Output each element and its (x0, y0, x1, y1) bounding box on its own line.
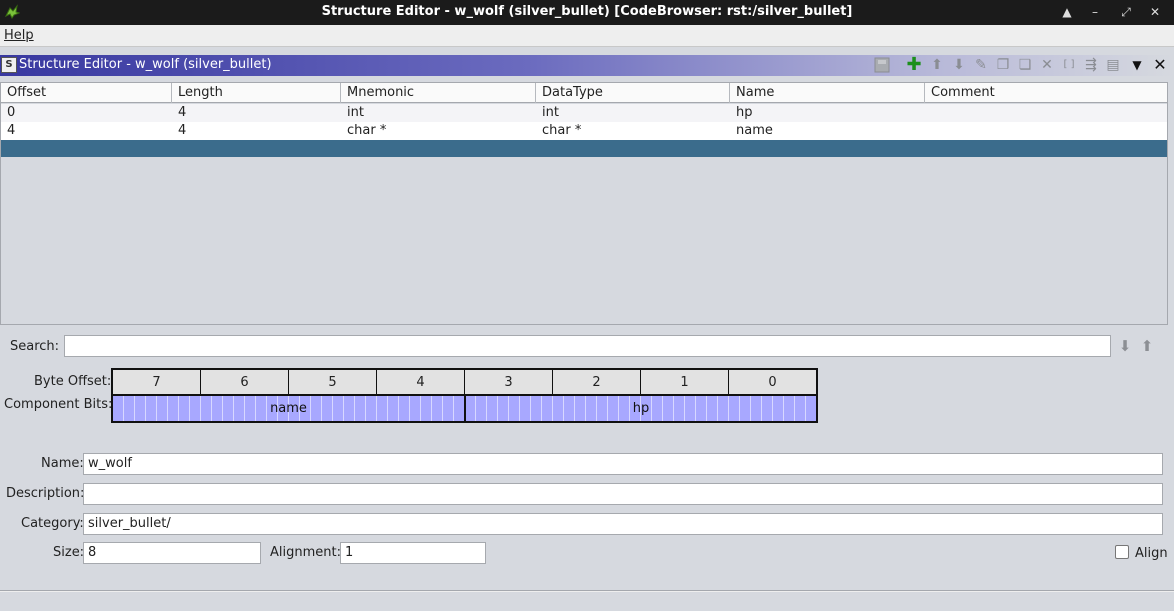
name-field[interactable]: w_wolf (83, 453, 1163, 475)
duplicate-component-icon[interactable]: ❐ (994, 56, 1012, 74)
byte-offset-cell: 6 (201, 370, 289, 396)
name-label: Name: (41, 456, 84, 471)
duplicate-multiple-icon[interactable]: ❏ (1016, 56, 1034, 74)
delete-component-icon[interactable]: ✕ (1038, 56, 1056, 74)
cell-name[interactable]: name (730, 122, 773, 140)
size-label: Size: (53, 545, 85, 560)
byte-offset-cell: 2 (553, 370, 641, 396)
component-bits-row[interactable]: name hp (113, 396, 816, 421)
description-label: Description: (6, 486, 85, 501)
shade-window-button[interactable]: ▲ (1057, 3, 1077, 21)
cell-mnemonic: int (347, 105, 364, 120)
search-next-arrow-down-icon[interactable]: ⬇ (1116, 337, 1134, 355)
panel-title: Structure Editor - w_wolf (silver_bullet… (19, 57, 272, 72)
add-component-icon[interactable]: ✚ (905, 56, 923, 74)
edit-field-icon[interactable]: ✎ (972, 56, 990, 74)
panel-menu-chevron-down-icon[interactable]: ▼ (1128, 56, 1146, 74)
alignment-field[interactable]: 1 (340, 542, 486, 564)
move-up-icon[interactable]: ⬆ (928, 56, 946, 74)
cell-length: 4 (178, 105, 187, 120)
create-array-icon[interactable]: [ ] (1060, 56, 1078, 74)
cell-comment[interactable] (925, 122, 931, 140)
component-bits-name[interactable]: name (113, 396, 464, 421)
byte-offset-cell: 7 (113, 370, 201, 396)
cell-datatype[interactable]: int (536, 104, 559, 122)
byte-offset-cell: 4 (377, 370, 465, 396)
minimize-window-button[interactable]: – (1085, 3, 1105, 21)
column-header-comment[interactable]: Comment (925, 83, 1167, 103)
byte-offset-cell: 0 (729, 370, 816, 396)
menu-bar: Help (0, 25, 1174, 47)
search-input[interactable] (64, 335, 1111, 357)
byte-offset-cell: 1 (641, 370, 729, 396)
menu-help[interactable]: Help (4, 28, 34, 43)
alignment-label: Alignment: (270, 545, 341, 560)
search-previous-arrow-up-icon[interactable]: ⬆ (1138, 337, 1156, 355)
byte-offset-grid: 7 6 5 4 3 2 1 0 name hp (111, 368, 818, 423)
window-titlebar: Structure Editor - w_wolf (silver_bullet… (0, 0, 1174, 25)
maximize-window-button[interactable]: ⤢ (1116, 3, 1136, 21)
byte-offset-label: Byte Offset: (34, 374, 112, 389)
apply-changes-icon[interactable] (873, 57, 891, 75)
close-panel-icon[interactable]: ✕ (1151, 56, 1169, 74)
cell-datatype[interactable]: char * (536, 122, 581, 140)
window-title: Structure Editor - w_wolf (silver_bullet… (321, 4, 853, 19)
column-header-name[interactable]: Name (730, 83, 925, 103)
structure-editor-icon: S (1, 57, 17, 73)
description-field[interactable] (83, 483, 1163, 505)
column-header-mnemonic[interactable]: Mnemonic (341, 83, 536, 103)
category-field[interactable]: silver_bullet/ (83, 513, 1163, 535)
cell-offset: 0 (7, 105, 16, 120)
cell-name[interactable]: hp (730, 104, 753, 122)
byte-offset-cell: 3 (465, 370, 553, 396)
table-row[interactable]: 0 4 int int hp (1, 104, 1167, 122)
table-row[interactable]: 4 4 char * char * name (1, 122, 1167, 140)
cell-length: 4 (178, 123, 187, 138)
table-header: Offset Length Mnemonic DataType Name Com… (1, 83, 1167, 103)
column-header-length[interactable]: Length (172, 83, 341, 103)
components-table[interactable]: Offset Length Mnemonic DataType Name Com… (0, 82, 1168, 325)
unpack-component-icon[interactable]: ⇶ (1082, 56, 1100, 74)
align-label: Align (1135, 546, 1168, 561)
component-bits-label: Component Bits: (4, 397, 113, 412)
selected-empty-row[interactable] (1, 140, 1167, 157)
status-bar (0, 592, 1174, 611)
size-field[interactable]: 8 (83, 542, 261, 564)
component-bits-hp[interactable]: hp (466, 396, 816, 421)
column-header-datatype[interactable]: DataType (536, 83, 730, 103)
cell-offset: 4 (7, 123, 16, 138)
byte-offset-cell: 5 (289, 370, 377, 396)
align-checkbox[interactable] (1115, 545, 1129, 559)
column-header-offset[interactable]: Offset (1, 83, 172, 103)
move-down-icon[interactable]: ⬇ (950, 56, 968, 74)
show-component-path-icon[interactable]: ▤ (1104, 56, 1122, 74)
search-label: Search: (10, 339, 60, 354)
close-window-button[interactable]: ✕ (1145, 3, 1165, 21)
cell-comment[interactable] (925, 104, 931, 122)
cell-mnemonic: char * (347, 123, 387, 138)
category-label: Category: (21, 516, 84, 531)
